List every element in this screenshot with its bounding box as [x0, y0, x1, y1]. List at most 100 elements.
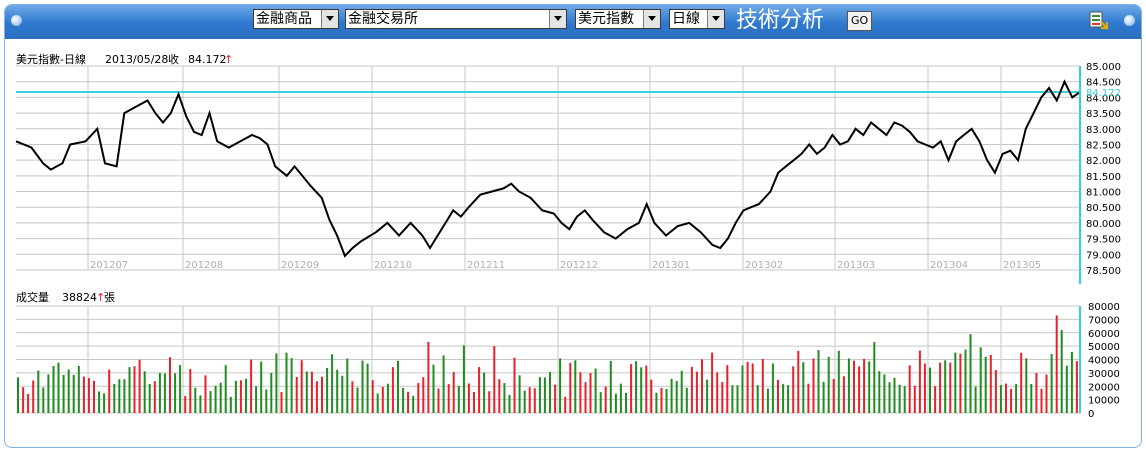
volume-bar	[77, 365, 80, 413]
volume-bar	[822, 381, 825, 413]
volume-bar	[944, 360, 947, 413]
volume-bar	[214, 385, 217, 413]
volume-bar	[163, 373, 166, 413]
price-info-close-label: 收	[168, 52, 179, 66]
price-info-name: 美元指數-日線	[16, 52, 86, 66]
price-y-tick: 81.000	[1086, 188, 1121, 199]
volume-bar	[533, 388, 536, 413]
volume-bar	[138, 359, 141, 413]
volume-bar	[701, 359, 703, 413]
volume-bar	[326, 368, 329, 413]
volume-bar	[310, 371, 313, 413]
volume-bar	[761, 359, 764, 413]
volume-bar	[315, 381, 318, 413]
volume-bar	[87, 378, 90, 413]
volume-bar	[280, 392, 283, 413]
volume-bar	[989, 355, 992, 413]
volume-bar	[356, 387, 359, 413]
volume-bar	[422, 377, 425, 413]
volume-bar	[1025, 358, 1028, 413]
volume-bar	[640, 367, 643, 413]
price-y-tick: 82.000	[1086, 156, 1121, 167]
volume-bar	[493, 346, 496, 413]
volume-y-tick: 60000	[1088, 329, 1120, 340]
volume-bar	[143, 371, 146, 413]
volume-bar	[234, 380, 237, 413]
price-info-close: 84.172	[188, 53, 227, 66]
volume-bar	[853, 360, 855, 413]
volume-bar	[118, 379, 121, 413]
volume-y-tick: 80000	[1088, 302, 1120, 313]
volume-bar	[93, 380, 95, 413]
volume-bar	[1050, 353, 1053, 413]
volume-bar	[22, 387, 25, 413]
volume-bar	[604, 386, 607, 413]
price-month-label: 201211	[467, 260, 505, 271]
volume-bar	[685, 387, 688, 413]
volume-bar	[1005, 383, 1007, 413]
volume-bar	[670, 378, 673, 413]
price-y-tick: 79.000	[1086, 250, 1121, 261]
volume-bar	[407, 391, 410, 413]
volume-bar	[37, 370, 40, 413]
volume-bar	[1065, 365, 1068, 413]
price-month-label: 201207	[90, 260, 128, 271]
volume-bar	[275, 353, 278, 413]
volume-bar	[959, 353, 962, 413]
volume-bar	[397, 360, 399, 413]
volume-bar	[473, 392, 475, 413]
volume-bar	[42, 387, 45, 413]
volume-bar	[630, 364, 633, 413]
volume-bar	[270, 372, 273, 413]
volume-panel: 成交量 38824 ↑ 張 80000700006000050000400003…	[16, 290, 1120, 420]
volume-bar	[331, 354, 334, 413]
volume-bar	[103, 393, 106, 413]
volume-bar	[569, 362, 572, 413]
price-y-tick: 82.500	[1086, 140, 1121, 151]
volume-bar	[158, 372, 161, 413]
volume-bar	[437, 388, 440, 413]
volume-bar	[341, 375, 344, 413]
price-y-tick: 83.000	[1086, 125, 1121, 136]
volume-bar	[918, 350, 921, 413]
volume-bar	[184, 396, 187, 413]
volume-bar	[412, 395, 415, 413]
volume-bar	[625, 392, 627, 413]
price-y-tick: 81.500	[1086, 172, 1121, 183]
volume-bar	[113, 383, 116, 413]
volume-bar	[153, 381, 156, 413]
volume-y-tick: 0	[1088, 409, 1094, 420]
volume-bar	[402, 388, 405, 413]
volume-bar	[1035, 373, 1038, 413]
volume-bar	[903, 386, 906, 413]
volume-bar	[1060, 330, 1063, 413]
volume-bar	[964, 349, 967, 413]
volume-bar	[837, 350, 840, 413]
volume-bar	[32, 380, 35, 413]
volume-bar	[842, 376, 845, 413]
volume-bar	[457, 385, 460, 413]
volume-bar	[305, 371, 308, 413]
volume-bar	[711, 352, 714, 413]
volume-bar	[133, 366, 136, 413]
volume-bar	[817, 350, 820, 413]
volume-bar	[751, 363, 754, 413]
volume-bar	[427, 341, 430, 413]
volume-bar	[584, 382, 587, 413]
volume-bar	[807, 383, 810, 413]
volume-bar	[452, 372, 455, 413]
volume-bar	[1010, 388, 1013, 413]
volume-bar	[513, 357, 516, 413]
price-y-tick: 80.000	[1086, 219, 1121, 230]
price-month-label: 201301	[652, 260, 690, 271]
volume-bar	[1030, 384, 1033, 413]
volume-bar	[716, 372, 719, 413]
volume-bar	[27, 393, 30, 413]
volume-bar	[635, 361, 638, 413]
volume-bar	[67, 369, 70, 413]
price-month-label: 201303	[837, 260, 875, 271]
volume-bar	[528, 387, 531, 413]
volume-bar	[559, 358, 562, 413]
volume-bar	[1015, 384, 1018, 413]
volume-bar	[478, 367, 481, 413]
